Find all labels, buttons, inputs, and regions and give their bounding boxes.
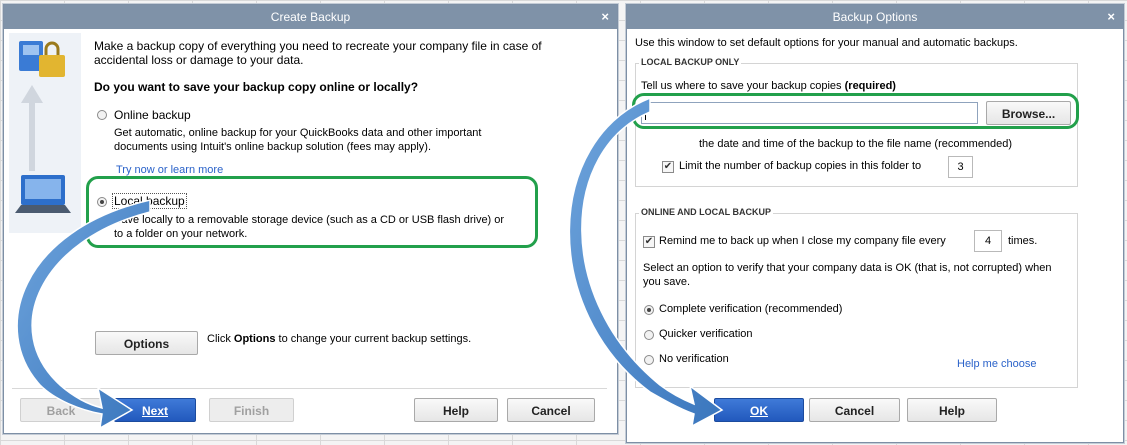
curved-arrow-to-next [16, 199, 151, 430]
annotation-arrows [16, 96, 724, 430]
curved-arrow-to-ok [568, 96, 724, 428]
